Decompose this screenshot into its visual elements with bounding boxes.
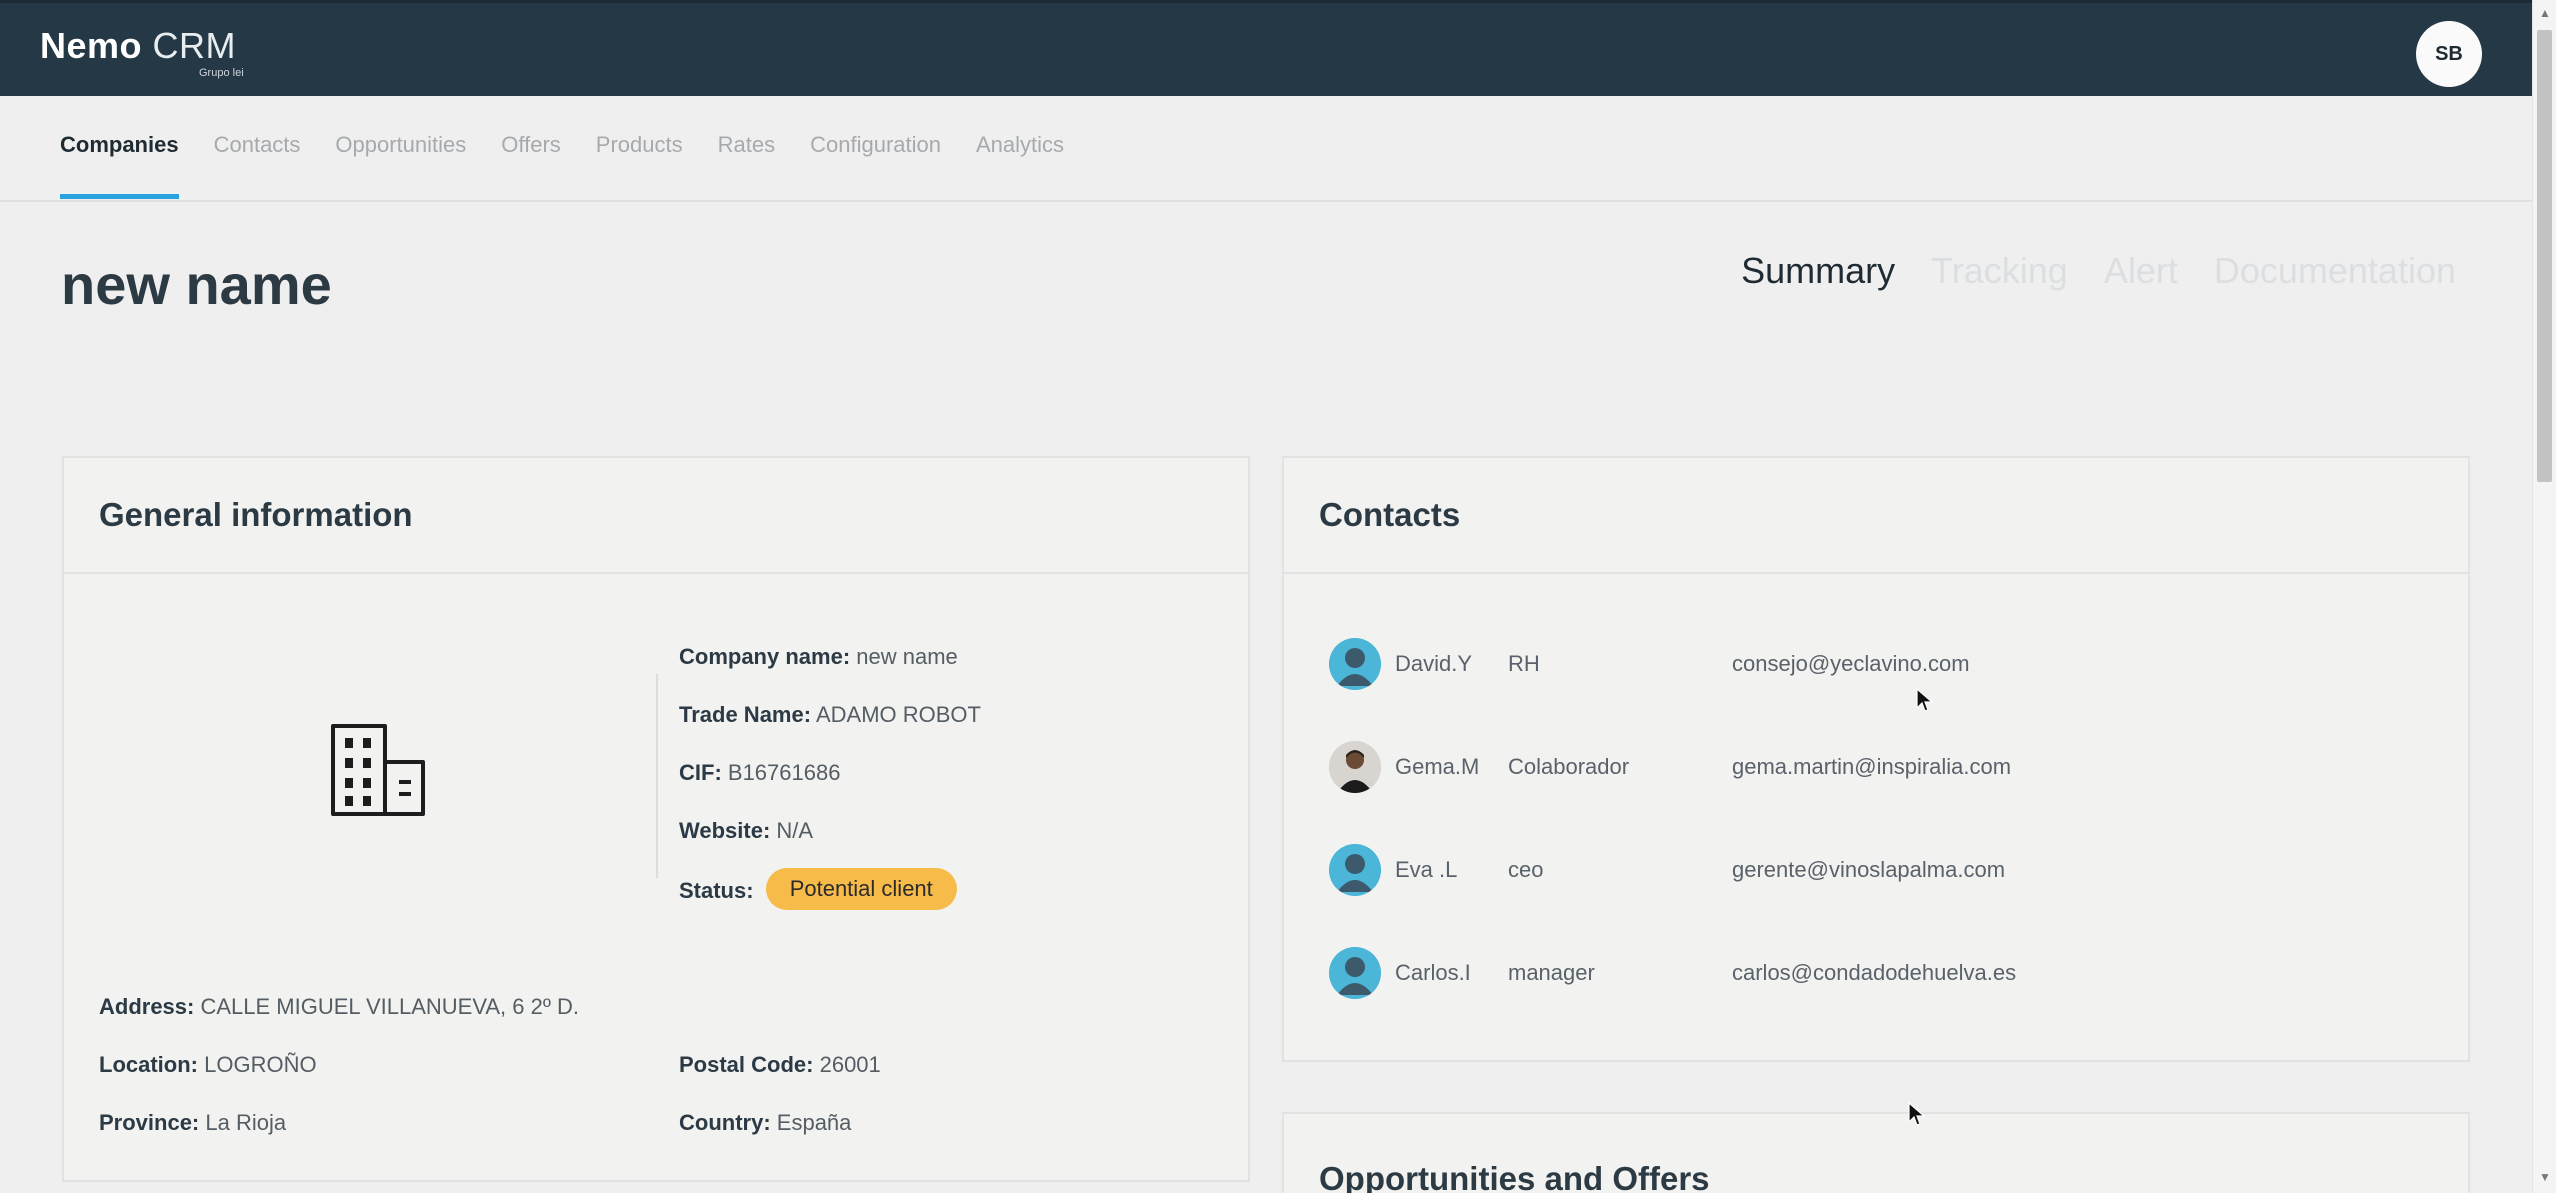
address-label: Address: <box>99 994 195 1019</box>
location-value: LOGROÑO <box>204 1052 317 1077</box>
nav-tab-configuration[interactable]: Configuration <box>810 132 941 198</box>
company-name-value: new name <box>856 644 958 669</box>
top-header: Nemo CRM Grupo lei SB <box>0 0 2532 96</box>
building-icon <box>331 724 425 816</box>
website-value: N/A <box>776 818 814 843</box>
scrollbar-thumb[interactable] <box>2537 30 2552 482</box>
country-label: Country: <box>679 1110 771 1135</box>
contact-email[interactable]: carlos@condadodehuelva.es <box>1732 960 2016 986</box>
location-label: Location: <box>99 1052 198 1077</box>
website-label: Website: <box>679 818 771 843</box>
province-value: La Rioja <box>205 1110 287 1135</box>
nav-tab-analytics[interactable]: Analytics <box>976 132 1064 198</box>
postal-code-label: Postal Code: <box>679 1052 814 1077</box>
status-field: Status: Potential client <box>679 868 957 912</box>
trade-name-label: Trade Name: <box>679 702 812 727</box>
nav-tab-products[interactable]: Products <box>596 132 683 198</box>
logo-light-text: CRM <box>152 25 237 66</box>
info-divider <box>656 674 658 878</box>
cif-label: CIF: <box>679 760 722 785</box>
country-value: España <box>776 1110 852 1135</box>
nav-tab-opportunities[interactable]: Opportunities <box>335 132 466 198</box>
cif-field: CIF: B16761686 <box>679 760 840 786</box>
mouse-cursor-icon <box>1908 1102 1926 1126</box>
opportunities-offers-title: Opportunities and Offers <box>1319 1160 1710 1193</box>
address-value: CALLE MIGUEL VILLANUEVA, 6 2º D. <box>200 994 579 1019</box>
tab-summary[interactable]: Summary <box>1741 250 1895 292</box>
nav-tab-companies[interactable]: Companies <box>60 132 179 199</box>
country-field: Country: España <box>679 1110 851 1136</box>
contact-name[interactable]: Carlos.I <box>1395 960 1471 986</box>
page-scrollbar[interactable]: ▲ ▼ <box>2532 0 2556 1193</box>
section-tabs: Summary Tracking Alert Documentation <box>1741 250 2456 292</box>
mouse-cursor-icon <box>1916 688 1934 712</box>
contact-row[interactable]: Carlos.I manager carlos@condadodehuelva.… <box>1329 947 2429 999</box>
company-name-field: Company name: new name <box>679 644 958 670</box>
general-information-header: General information <box>64 458 1248 574</box>
status-badge[interactable]: Potential client <box>765 868 957 910</box>
address-field: Address: CALLE MIGUEL VILLANUEVA, 6 2º D… <box>99 994 579 1020</box>
status-label: Status: <box>679 878 754 903</box>
contact-role: Colaborador <box>1508 754 1630 779</box>
contact-avatar-icon <box>1329 638 1381 690</box>
contact-role: ceo <box>1508 857 1544 882</box>
nav-tab-rates[interactable]: Rates <box>718 132 775 198</box>
contact-row[interactable]: Eva .L ceo gerente@vinoslapalma.com <box>1329 844 2429 896</box>
logo-bold-text: Nemo <box>40 25 143 66</box>
main-nav: Companies Contacts Opportunities Offers … <box>0 96 2532 202</box>
website-field: Website: N/A <box>679 818 813 844</box>
nav-tab-contacts[interactable]: Contacts <box>214 132 301 198</box>
page-title: new name <box>61 253 332 316</box>
postal-code-field: Postal Code: 26001 <box>679 1052 881 1078</box>
user-avatar-button[interactable]: SB <box>2416 21 2482 87</box>
app-logo[interactable]: Nemo CRM Grupo lei <box>40 25 244 79</box>
general-information-title: General information <box>99 496 413 533</box>
general-information-card: General information Company name: new na… <box>62 456 1250 1182</box>
contact-email[interactable]: consejo@yeclavino.com <box>1732 651 1970 677</box>
tab-alert[interactable]: Alert <box>2104 250 2178 292</box>
nav-tab-offers[interactable]: Offers <box>501 132 561 198</box>
contact-avatar-icon <box>1329 844 1381 896</box>
province-label: Province: <box>99 1110 200 1135</box>
trade-name-value: ADAMO ROBOT <box>815 702 981 727</box>
contact-role: manager <box>1508 960 1595 985</box>
company-name-label: Company name: <box>679 644 851 669</box>
contact-email[interactable]: gerente@vinoslapalma.com <box>1732 857 2005 883</box>
cif-value: B16761686 <box>727 760 841 785</box>
contact-row[interactable]: David.Y RH consejo@yeclavino.com <box>1329 638 2429 690</box>
tab-documentation[interactable]: Documentation <box>2214 250 2456 292</box>
opportunities-offers-header: Opportunities and Offers <box>1284 1114 2468 1193</box>
contacts-header: Contacts <box>1284 458 2468 574</box>
contact-name[interactable]: Eva .L <box>1395 857 1457 883</box>
contacts-card: Contacts David.Y RH consejo@yeclavino.co… <box>1282 456 2470 1062</box>
contact-role: RH <box>1508 651 1540 676</box>
contact-avatar-icon <box>1329 947 1381 999</box>
contact-photo-avatar <box>1329 741 1381 793</box>
contact-name[interactable]: Gema.M <box>1395 754 1479 780</box>
contacts-title: Contacts <box>1319 496 1461 533</box>
contact-row[interactable]: Gema.M Colaborador gema.martin@inspirali… <box>1329 741 2429 793</box>
logo-subtitle: Grupo lei <box>199 67 244 79</box>
trade-name-field: Trade Name: ADAMO ROBOT <box>679 702 981 728</box>
tab-tracking[interactable]: Tracking <box>1931 250 2068 292</box>
contact-name[interactable]: David.Y <box>1395 651 1472 677</box>
scroll-up-arrow-icon[interactable]: ▲ <box>2539 6 2551 20</box>
opportunities-offers-card: Opportunities and Offers <box>1282 1112 2470 1193</box>
postal-code-value: 26001 <box>819 1052 881 1077</box>
scroll-down-arrow-icon[interactable]: ▼ <box>2539 1170 2551 1184</box>
location-field: Location: LOGROÑO <box>99 1052 317 1078</box>
contact-email[interactable]: gema.martin@inspiralia.com <box>1732 754 2011 780</box>
province-field: Province: La Rioja <box>99 1110 286 1136</box>
